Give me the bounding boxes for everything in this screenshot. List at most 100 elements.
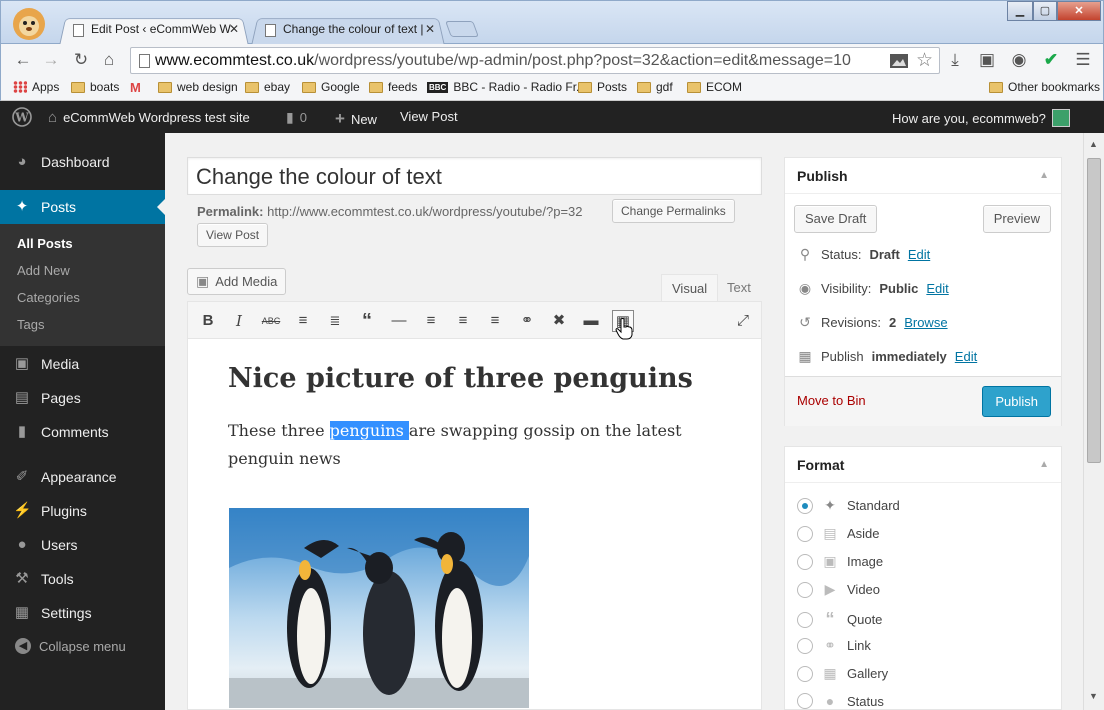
blockquote-icon[interactable]: “ [356, 310, 378, 332]
bookmark-star-icon[interactable]: ☆ [916, 49, 933, 72]
site-name-link[interactable]: ⌂ eCommWeb Wordpress test site [48, 109, 250, 126]
scroll-down-arrow-icon[interactable]: ▼ [1089, 691, 1098, 701]
browser-tab-change-colour[interactable]: Change the colour of text | e ✕ [251, 16, 445, 46]
submenu-add-new[interactable]: Add New [17, 263, 70, 278]
bookmark-apps[interactable]: Apps [13, 80, 59, 94]
radio-button[interactable] [797, 665, 813, 682]
bookmark-gmail[interactable]: M [130, 80, 141, 95]
bulleted-list-icon[interactable]: ≡ [292, 310, 314, 332]
preview-button[interactable]: Preview [982, 205, 1051, 233]
extension-binoculars-icon[interactable]: ◉ [1009, 50, 1029, 70]
close-window-button[interactable]: ✕ [1057, 1, 1101, 21]
permalink-url[interactable]: http://www.ecommtest.co.uk/wordpress/you… [267, 204, 582, 219]
home-icon[interactable]: ⌂ [99, 50, 119, 70]
format-option-aside[interactable]: ▤ Aside [797, 525, 880, 542]
radio-button[interactable] [797, 637, 813, 654]
tab-text[interactable]: Text [717, 274, 761, 302]
editor-body[interactable]: Nice picture of three penguins These thr… [228, 359, 728, 473]
strikethrough-icon[interactable]: ABC [260, 310, 282, 332]
read-more-icon[interactable]: ▬ [580, 310, 602, 332]
browse-revisions-link[interactable]: Browse [904, 315, 947, 330]
bookmark-gdf[interactable]: gdf [637, 80, 673, 94]
extension-screen-icon[interactable]: ▣ [977, 50, 997, 70]
align-left-icon[interactable]: ≡ [420, 310, 442, 332]
extension-check-icon[interactable]: ✔ [1041, 50, 1061, 70]
other-bookmarks[interactable]: Other bookmarks [989, 80, 1100, 94]
sidebar-item-plugins[interactable]: ⚡ Plugins [0, 494, 165, 528]
view-post-button[interactable]: View Post [197, 223, 269, 247]
publish-button[interactable]: Publish [982, 386, 1051, 417]
selected-text[interactable]: penguins [329, 421, 409, 440]
bookmark-ecom[interactable]: ECOM [687, 80, 742, 94]
publish-box-header[interactable]: Publish ▲ [785, 158, 1061, 194]
move-to-bin-link[interactable]: Move to Bin [797, 393, 866, 408]
bookmark-feeds[interactable]: feeds [369, 80, 417, 94]
reload-icon[interactable]: ↻ [71, 50, 91, 70]
sidebar-item-posts[interactable]: ✦ Posts [0, 190, 165, 224]
sidebar-item-comments[interactable]: ▮ Comments [0, 415, 165, 449]
wordpress-logo-icon[interactable]: W [12, 107, 32, 127]
url-text[interactable]: www.ecommtest.co.uk/wordpress/youtube/wp… [155, 52, 851, 70]
sidebar-item-users[interactable]: ● Users [0, 528, 165, 562]
penguins-image[interactable] [229, 508, 529, 708]
collapse-arrow-icon[interactable]: ▲ [1039, 170, 1049, 181]
minimize-button[interactable]: ▁ [1007, 1, 1033, 21]
unlink-icon[interactable]: ✖ [548, 310, 570, 332]
edit-visibility-link[interactable]: Edit [926, 281, 948, 296]
post-title-input[interactable]: Change the colour of text [187, 157, 762, 195]
post-paragraph[interactable]: These three penguins are swapping gossip… [228, 417, 728, 473]
bold-icon[interactable]: B [197, 310, 219, 332]
collapse-arrow-icon[interactable]: ▲ [1039, 459, 1049, 470]
format-option-quote[interactable]: “Quote [797, 609, 882, 630]
sidebar-item-media[interactable]: ▣ Media [0, 347, 165, 381]
maximize-button[interactable]: ▢ [1033, 1, 1057, 21]
sidebar-item-tools[interactable]: ⚒ Tools [0, 562, 165, 596]
format-option-link[interactable]: ⚭ Link [797, 637, 871, 654]
chrome-user-avatar-icon[interactable] [11, 6, 47, 42]
align-center-icon[interactable]: ≡ [452, 310, 474, 332]
format-box-header[interactable]: Format ▲ [785, 447, 1061, 483]
chrome-menu-icon[interactable]: ☰ [1073, 50, 1093, 70]
sidebar-item-appearance[interactable]: ✐ Appearance [0, 460, 165, 494]
radio-button[interactable] [797, 611, 813, 628]
sidebar-item-dashboard[interactable]: ◕ Dashboard [0, 145, 165, 179]
radio-button[interactable] [797, 581, 813, 598]
account-menu[interactable]: How are you, ecommweb? [892, 109, 1070, 127]
bookmark-posts[interactable]: Posts [578, 80, 627, 94]
sidebar-item-settings[interactable]: ▦ Settings [0, 596, 165, 630]
forward-arrow-icon[interactable]: → [41, 50, 61, 70]
scroll-up-arrow-icon[interactable]: ▲ [1089, 139, 1098, 149]
comments-link[interactable]: ▮ 0 [286, 109, 307, 126]
bookmark-boats[interactable]: boats [71, 80, 119, 94]
new-content-link[interactable]: + New [335, 109, 377, 129]
italic-icon[interactable]: I [228, 310, 250, 332]
bookmark-web-design[interactable]: web design [158, 80, 238, 94]
browser-tab-edit-post[interactable]: Edit Post ‹ eCommWeb Word ✕ [59, 16, 249, 46]
image-icon[interactable] [889, 51, 909, 71]
address-bar[interactable]: www.ecommtest.co.uk/wordpress/youtube/wp… [130, 47, 940, 74]
insert-link-icon[interactable]: ⚭ [516, 310, 538, 332]
collapse-menu-button[interactable]: ◀ Collapse menu [15, 638, 126, 654]
edit-schedule-link[interactable]: Edit [955, 349, 977, 364]
format-option-gallery[interactable]: ▦ Gallery [797, 665, 888, 682]
numbered-list-icon[interactable]: ≣ [324, 310, 346, 332]
tab-close-icon[interactable]: ✕ [425, 22, 435, 36]
submenu-tags[interactable]: Tags [17, 317, 44, 332]
submenu-categories[interactable]: Categories [17, 290, 80, 305]
edit-status-link[interactable]: Edit [908, 247, 930, 262]
back-arrow-icon[interactable]: ← [13, 50, 33, 70]
scrollbar-thumb[interactable] [1087, 158, 1101, 463]
bookmark-bbc-radio[interactable]: BBC BBC - Radio - Radio Fr... [427, 80, 586, 94]
format-option-image[interactable]: ▣ Image [797, 553, 883, 570]
page-scrollbar[interactable]: ▲ ▼ [1083, 133, 1104, 710]
radio-button[interactable] [797, 553, 813, 570]
add-media-button[interactable]: ▣ Add Media [187, 268, 287, 295]
bookmark-google[interactable]: Google [302, 80, 360, 94]
save-draft-button[interactable]: Save Draft [794, 205, 878, 233]
tab-close-icon[interactable]: ✕ [229, 22, 239, 36]
format-option-status[interactable]: ● Status [797, 693, 884, 709]
fullscreen-icon[interactable]: ⤢ [732, 310, 754, 332]
change-permalinks-button[interactable]: Change Permalinks [612, 199, 735, 223]
radio-button[interactable] [797, 525, 813, 542]
radio-button[interactable] [797, 497, 813, 514]
